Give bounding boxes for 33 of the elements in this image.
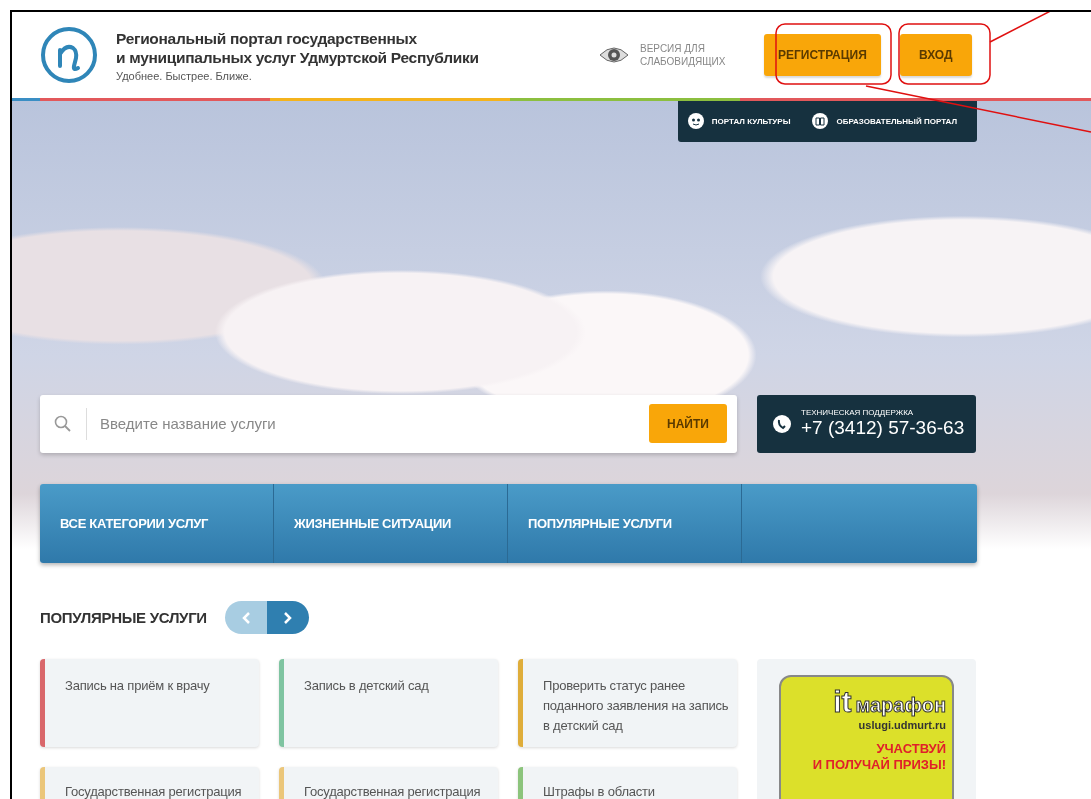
phone-icon <box>773 414 791 433</box>
service-card[interactable]: Запись на приём к врачу <box>40 659 259 747</box>
chevron-right-icon <box>282 610 293 625</box>
search-icon <box>54 414 72 433</box>
nav-tab[interactable]: ЖИЗНЕННЫЕ СИТУАЦИИ <box>274 483 508 563</box>
search-bar[interactable]: Введите название услуги НАЙТИ <box>40 394 737 453</box>
logo-icon <box>40 26 98 84</box>
banner-slogan: УЧАСТВУЙ <box>876 741 946 757</box>
login-button[interactable]: ВХОД <box>899 34 972 76</box>
portal-link[interactable]: ОБРАЗОВАТЕЛЬНЫЙ ПОРТАЛ <box>812 113 957 130</box>
service-card[interactable]: Проверить статус ранее поданного заявления на запись в детский сад <box>518 659 737 747</box>
chevron-left-icon <box>240 610 251 625</box>
section-title: ПОПУЛЯРНЫЕ УСЛУГИ <box>40 609 207 626</box>
portal-link[interactable]: ПОРТАЛ КУЛЬТУРЫ <box>687 113 791 130</box>
next-button[interactable] <box>266 601 309 634</box>
marathon-banner[interactable]: it марафон uslugi.udmurt.ru УЧАСТВУЙ И ПОЛУЧАЙ ПРИЗЫ! <box>779 675 954 799</box>
banner-logo-it: it <box>833 685 852 719</box>
portal-tagline: Удобнее. Быстрее. Ближе. <box>116 69 253 82</box>
support-label: ТЕХНИЧЕСКАЯ ПОДДЕРЖКА <box>801 408 915 418</box>
nav-tab[interactable]: ВСЕ КАТЕГОРИИ УСЛУГ <box>40 483 274 563</box>
support-phone: +7 (3412) 57-36-63 <box>801 417 965 440</box>
service-card[interactable]: Запись в детский сад <box>279 659 498 747</box>
banner-url: uslugi.udmurt.ru <box>858 719 946 731</box>
portal-title: Региональный портал государственных и муниципальных услуг Удмуртской Республики <box>116 28 480 67</box>
service-card[interactable]: Государственная регистрация <box>279 767 498 799</box>
search-button[interactable]: НАЙТИ <box>649 404 727 444</box>
register-button[interactable]: РЕГИСТРАЦИЯ <box>764 34 881 76</box>
nav-tab[interactable]: ПОПУЛЯРНЫЕ УСЛУГИ <box>508 483 742 563</box>
service-card[interactable]: Государственная регистрация <box>40 767 259 799</box>
service-card[interactable]: Штрафы в области <box>518 767 737 799</box>
accessibility-link[interactable]: ВЕРСИЯ ДЛЯ СЛАБОВИДЯЩИХ <box>598 42 730 68</box>
banner-logo-word: марафон <box>855 694 946 717</box>
banner-slogan: И ПОЛУЧАЙ ПРИЗЫ! <box>812 757 946 773</box>
